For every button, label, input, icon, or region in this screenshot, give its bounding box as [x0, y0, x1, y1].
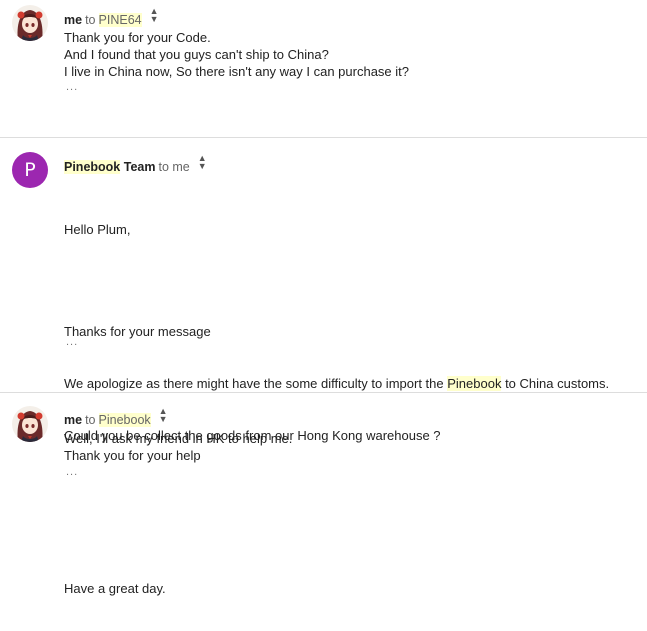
body-line: Thank you for your Code.	[64, 30, 211, 45]
to-label: to	[85, 413, 96, 427]
body-line: I live in China now, So there isn't any …	[64, 64, 410, 79]
body-line	[64, 529, 609, 546]
body-text-segment: to China customs.	[501, 376, 610, 391]
sender-avatar[interactable]	[12, 406, 48, 442]
sender-name[interactable]: me	[64, 13, 82, 27]
message-header: me to Pinebook ▲ ▼	[64, 407, 168, 427]
sender-avatar[interactable]	[12, 5, 48, 41]
caret-updown-icon[interactable]: ▲ ▼	[150, 7, 159, 24]
message-body: Thank you for your Code. And I found that…	[64, 29, 409, 80]
show-trimmed-content-button[interactable]: ...	[66, 466, 78, 478]
message-header: me to PINE64 ▲ ▼	[64, 7, 159, 27]
to-label: to me	[158, 160, 190, 174]
body-line: Thanks for your message	[64, 324, 211, 339]
body-line: Have a great day.	[64, 581, 166, 596]
sender-avatar[interactable]: P	[12, 152, 48, 188]
caret-updown-icon[interactable]: ▲ ▼	[159, 407, 168, 424]
show-trimmed-content-button[interactable]: ...	[66, 336, 78, 348]
message-body: Well, I'll ask my friend in HK to help m…	[64, 430, 292, 464]
message-divider	[0, 392, 647, 393]
sender-name-rest: Team	[120, 160, 156, 174]
body-line: And I found that you guys can't ship to …	[64, 47, 329, 62]
sender-name-highlight: Pinebook	[64, 160, 121, 174]
body-line: Thank you for your help	[64, 448, 201, 463]
body-line: We apologize as there might have the som…	[64, 375, 609, 393]
body-line	[64, 478, 609, 495]
show-trimmed-content-button[interactable]: ...	[66, 81, 78, 93]
recipient-name: PINE64	[98, 13, 142, 27]
sender-name[interactable]: Pinebook Team	[64, 160, 155, 174]
anime-character-avatar-icon	[12, 5, 48, 41]
body-line: Well, I'll ask my friend in HK to help m…	[64, 431, 293, 446]
message-divider	[0, 137, 647, 138]
body-text-highlight: Pinebook	[447, 376, 502, 391]
anime-character-avatar-icon	[12, 406, 48, 442]
caret-updown-icon[interactable]: ▲ ▼	[198, 154, 207, 171]
body-text-segment: We apologize as there might have the som…	[64, 376, 448, 391]
sender-name[interactable]: me	[64, 413, 82, 427]
message-header: Pinebook Team to me ▲ ▼	[64, 154, 207, 174]
recipient-name: Pinebook	[98, 413, 151, 427]
to-label: to	[85, 13, 96, 27]
body-line	[64, 272, 609, 289]
body-line: Hello Plum,	[64, 222, 131, 237]
